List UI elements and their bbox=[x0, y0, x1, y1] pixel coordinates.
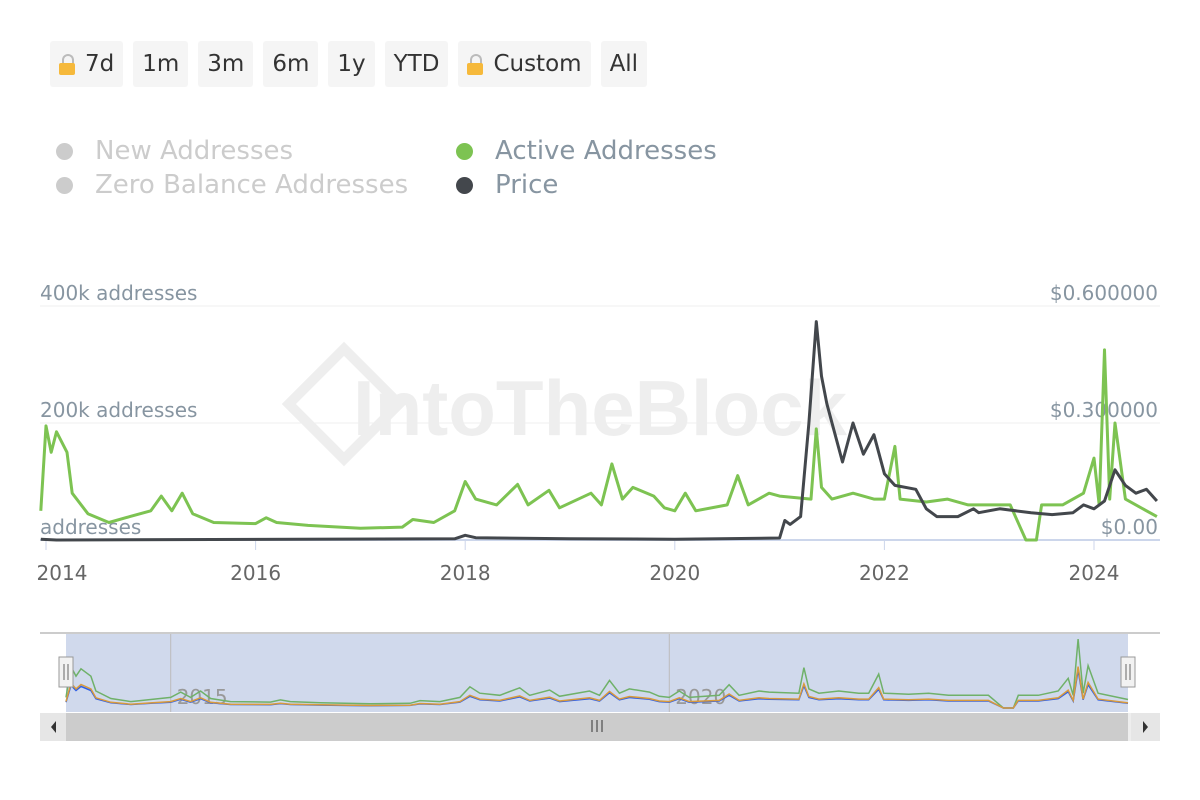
navigator-handle bbox=[1120, 656, 1136, 688]
navigator-handle bbox=[58, 656, 74, 688]
y-right-tick: $0.00 bbox=[1101, 515, 1158, 539]
y-left-tick: 200k addresses bbox=[40, 398, 197, 422]
x-tick-label: 2020 bbox=[649, 561, 700, 585]
y-right-tick: $0.600000 bbox=[1050, 281, 1158, 305]
x-tick-label: 2016 bbox=[230, 561, 281, 585]
watermark: IntoTheBlock bbox=[353, 364, 848, 452]
x-tick-label: 2022 bbox=[859, 561, 910, 585]
y-left-tick: 400k addresses bbox=[40, 281, 197, 305]
chart: IntoTheBlockaddresses $0.00200k addresses… bbox=[37, 281, 1160, 741]
x-tick-label: 2024 bbox=[1069, 561, 1120, 585]
x-tick-label: 2018 bbox=[440, 561, 491, 585]
x-tick-label: 2014 bbox=[37, 561, 88, 585]
navigator-tick-label: 2015 bbox=[177, 685, 228, 709]
